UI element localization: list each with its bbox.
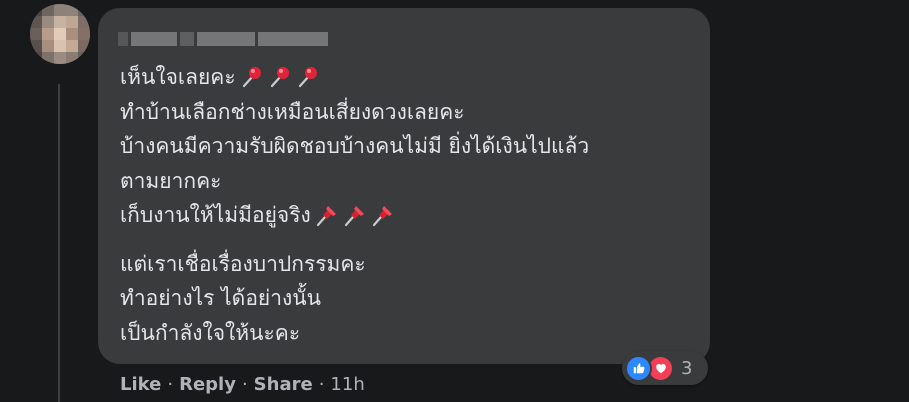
avatar-mosaic-pixel <box>30 28 42 40</box>
reaction-count: 3 <box>681 357 693 379</box>
like-button[interactable]: Like <box>120 374 161 395</box>
comment-text: เห็นใจเลยคะ ทำบ้านเลือกช่างเหมือนเสี่ยงด… <box>120 60 700 350</box>
avatar-mosaic-pixel <box>78 52 90 64</box>
comment-line-text: ทำบ้านเลือกช่างเหมือนเสี่ยงดวงเลยคะ <box>120 99 465 124</box>
comment-line-1: เห็นใจเลยคะ <box>120 60 700 95</box>
like-icon <box>625 354 652 382</box>
avatar-mosaic-pixel <box>78 4 90 16</box>
comment-line-3: บ้างคนมีความรับผิดชอบบ้างคนไม่มี ยิ่งได้… <box>120 129 700 164</box>
avatar-mosaic-pixel <box>54 28 66 40</box>
share-button[interactable]: Share <box>254 374 313 395</box>
avatar-mosaic-pixel <box>54 16 66 28</box>
avatar-mosaic-pixel <box>30 4 42 16</box>
avatar-mosaic-pixel <box>54 52 66 64</box>
avatar-mosaic-pixel <box>54 40 66 52</box>
avatar-mosaic-pixel <box>78 28 90 40</box>
comment-line-7: ทำอย่างไร ได้อย่างนั้น <box>120 281 700 316</box>
avatar-mosaic-pixel <box>30 16 42 28</box>
timestamp-link[interactable]: 11h <box>330 374 364 395</box>
separator: · <box>167 374 174 395</box>
avatar-mosaic-pixel <box>42 16 54 28</box>
avatar-mosaic-pixel <box>42 52 54 64</box>
pushpin-icon <box>343 203 367 227</box>
comment-line-5: เก็บงานให้ไม่มีอยู่จริง <box>120 198 700 233</box>
separator: · <box>318 374 325 395</box>
pushpin-icon <box>315 203 339 227</box>
avatar-mosaic-pixel <box>42 28 54 40</box>
round-pushpin-icon <box>240 65 264 89</box>
comment-line-text: เก็บงานให้ไม่มีอยู่จริง <box>120 203 311 227</box>
avatar-mosaic-pixel <box>78 16 90 28</box>
round-pushpin-icon <box>296 65 320 89</box>
comment-line-8: เป็นกำลังใจให้นะคะ <box>120 316 700 351</box>
avatar[interactable] <box>30 4 90 64</box>
separator: · <box>241 374 248 395</box>
avatar-mosaic-pixel <box>66 40 78 52</box>
reply-button[interactable]: Reply <box>179 374 236 395</box>
avatar-mosaic-pixel <box>42 4 54 16</box>
avatar-mosaic-pixel <box>66 28 78 40</box>
comment-actions: Like · Reply · Share · 11h <box>120 374 365 395</box>
avatar-mosaic-pixel <box>30 52 42 64</box>
avatar-mosaic-pixel <box>54 4 66 16</box>
reactions-summary[interactable]: 3 <box>622 351 708 385</box>
comment-line-text: บ้างคนมีความรับผิดชอบบ้างคนไม่มี ยิ่งได้… <box>120 134 590 158</box>
avatar-mosaic-pixel <box>30 40 42 52</box>
avatar-mosaic-pixel <box>42 40 54 52</box>
round-pushpin-icon <box>268 65 292 89</box>
comment-line-text: เป็นกำลังใจให้นะคะ <box>120 320 301 345</box>
pushpin-icon <box>371 203 395 227</box>
comment-line-text: แต่เราเชื่อเรื่องบาปกรรมคะ <box>120 251 366 276</box>
comment-line-6: แต่เราเชื่อเรื่องบาปกรรมคะ <box>120 247 700 282</box>
avatar-mosaic-pixel <box>78 40 90 52</box>
avatar-mosaic-pixel <box>66 16 78 28</box>
author-name-blurred[interactable] <box>118 30 330 48</box>
comment-thread: เห็นใจเลยคะ ทำบ้านเลือกช่างเหมือนเสี่ยงด… <box>0 0 909 402</box>
comment-line-text: เห็นใจเลยคะ <box>120 65 236 89</box>
avatar-mosaic-pixel <box>66 52 78 64</box>
avatar-mosaic-pixel <box>66 4 78 16</box>
comment-line-2: ทำบ้านเลือกช่างเหมือนเสี่ยงดวงเลยคะ <box>120 95 700 130</box>
comment-line-text: ทำอย่างไร ได้อย่างนั้น <box>120 286 321 310</box>
comment-line-text: ตามยากคะ <box>120 168 222 193</box>
thread-connector-line <box>58 84 60 402</box>
comment-line-4: ตามยากคะ <box>120 164 700 199</box>
